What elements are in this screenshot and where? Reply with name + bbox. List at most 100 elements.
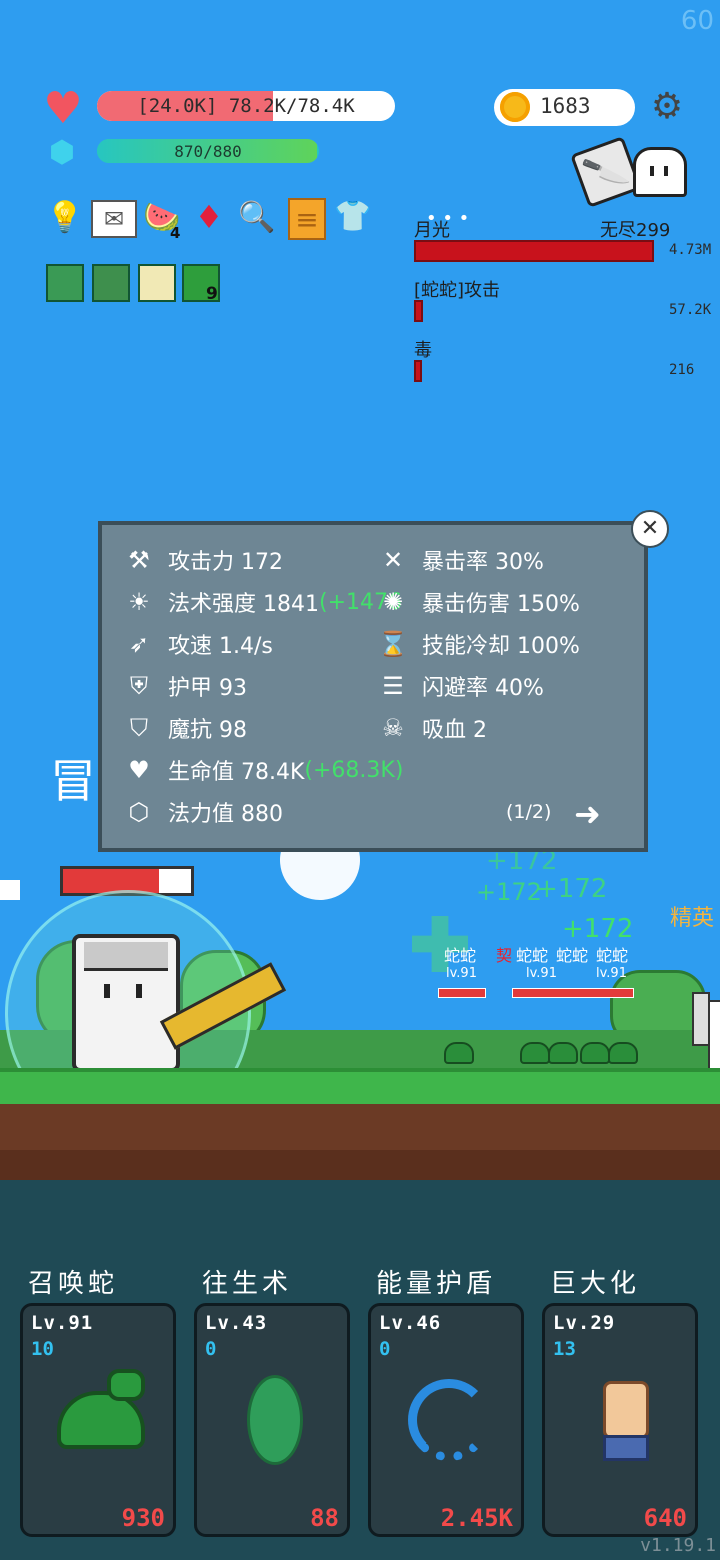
stat-mana: ⬡ 法力值 880: [122, 795, 283, 829]
watermelon-count: 4: [170, 224, 181, 242]
stat-attack-speed-text: 攻速 1.4/s: [168, 634, 273, 659]
stat-magic-resist: ⛉ 魔抗 98: [122, 711, 247, 745]
cloud-fragment: [0, 880, 20, 900]
skill-cost: 2.45K: [440, 1504, 513, 1532]
damage-mode-label: 无尽299: [600, 220, 671, 241]
mana-crystal-icon: ⬢: [48, 134, 76, 170]
heal-number: +172: [476, 878, 542, 906]
enemy-level: lv.91: [446, 966, 477, 981]
skill-level: Lv.91: [31, 1312, 94, 1334]
skill-count: 13: [553, 1338, 576, 1360]
ruby-icon[interactable]: ♦: [189, 198, 229, 236]
stat-hp-bonus: (+68.3K): [304, 757, 404, 783]
stat-lifesteal: ☠ 吸血 2: [376, 711, 487, 745]
snake-enemy: [548, 1042, 578, 1064]
buff-count: 9: [206, 284, 218, 304]
snake-enemy: [580, 1042, 610, 1064]
lightbulb-icon[interactable]: 💡: [46, 196, 83, 238]
stat-magic-resist-text: 魔抗 98: [168, 718, 247, 743]
stat-attack-speed: ➶ 攻速 1.4/s: [122, 627, 273, 661]
fist-icon: [573, 1370, 673, 1470]
sun-icon: ☀: [128, 588, 150, 616]
stat-armor-text: 护甲 93: [168, 676, 247, 701]
skill-cost: 640: [643, 1504, 687, 1532]
damage-bar-0: [414, 240, 654, 262]
partial-title: 冒: [50, 754, 96, 808]
stat-attack: ⚒ 攻击力 172: [122, 543, 283, 577]
skill-card-gigantify[interactable]: Lv.29 13 640: [542, 1303, 698, 1537]
damage-bar-2: [414, 360, 422, 382]
stat-lifesteal-text: 吸血 2: [422, 718, 487, 743]
mail-icon[interactable]: ✉: [91, 200, 137, 238]
skill-card-summon-snake[interactable]: Lv.91 10 930: [20, 1303, 176, 1537]
stat-cooldown-text: 技能冷却 100%: [422, 634, 580, 659]
stat-armor: ⛨ 护甲 93: [122, 669, 247, 703]
enemy-hp-bar: [512, 988, 634, 998]
stat-dodge-text: 闪避率 40%: [422, 676, 544, 701]
stat-hp: ♥ 生命值 78.4K (+68.3K): [122, 753, 403, 787]
mp-bar: 870/880: [97, 139, 319, 163]
skill-count: 10: [31, 1338, 54, 1360]
buff-tree-icon[interactable]: [92, 264, 130, 302]
enemy-name: 蛇蛇: [556, 946, 589, 965]
stat-attack-text: 攻击力 172: [168, 550, 283, 575]
scroll-icon[interactable]: ≡: [288, 198, 326, 240]
enemy-mark: 契: [496, 946, 513, 965]
enemy-name: 蛇蛇: [516, 946, 549, 965]
stat-crit-damage: ✺ 暴击伤害 150%: [376, 585, 580, 619]
damage-bar-1: [414, 300, 423, 322]
elite-label: 精英: [670, 906, 715, 931]
next-page-arrow-icon[interactable]: ➜: [574, 795, 601, 833]
skill-name: 巨大化: [550, 1269, 641, 1299]
mp-text: 870/880: [174, 141, 242, 161]
lines-icon: ☰: [382, 672, 404, 700]
stats-panel: ⚒ 攻击力 172 ☀ 法术强度 1841 (+1476 ➶ 攻速 1.4/s …: [98, 521, 648, 852]
stat-spell-power: ☀ 法术强度 1841 (+1476: [122, 585, 402, 619]
coin-icon: [500, 92, 530, 122]
burst-icon: ✺: [382, 588, 404, 616]
enemy-level: lv.91: [596, 966, 627, 981]
enemy-hp-bar: [438, 988, 486, 998]
leaf-icon: [225, 1370, 325, 1470]
shirt-icon[interactable]: 👕: [333, 196, 373, 236]
heal-number: +172: [562, 914, 634, 944]
hp-text: [24.0K] 78.2K/78.4K: [137, 95, 355, 117]
damage-row-0-value: 4.73M: [669, 242, 712, 258]
damage-row-1-value: 57.2K: [669, 302, 712, 318]
snake-icon: [51, 1369, 151, 1470]
hp-bar: [24.0K] 78.2K/78.4K: [97, 91, 395, 121]
ghost-icon[interactable]: [633, 147, 687, 197]
player-character: [72, 934, 180, 1072]
refresh-icon: [399, 1370, 499, 1470]
skill-level: Lv.46: [379, 1312, 442, 1334]
close-icon[interactable]: ✕: [631, 510, 669, 548]
stat-dodge: ☰ 闪避率 40%: [376, 669, 544, 703]
skill-name: 召唤蛇: [28, 1269, 119, 1299]
heal-number: +172: [536, 874, 608, 904]
hourglass-icon: ⌛: [378, 630, 408, 658]
skill-card-energy-shield[interactable]: Lv.46 0 2.45K: [368, 1303, 524, 1537]
snake-enemy: [444, 1042, 474, 1064]
cleaver-icon[interactable]: 🔪: [570, 136, 642, 208]
skill-name: 往生术: [202, 1269, 293, 1299]
snake-enemy: [608, 1042, 638, 1064]
buff-light-icon[interactable]: [46, 264, 84, 302]
magnifier-icon[interactable]: 🔍: [238, 198, 276, 236]
stat-crit-rate-text: 暴击率 30%: [422, 550, 544, 575]
skill-card-rebirth[interactable]: Lv.43 0 88: [194, 1303, 350, 1537]
damage-row-2-name: 毒: [414, 340, 432, 361]
axe-icon: ⚒: [128, 546, 150, 574]
version-label: v1.19.1: [640, 1535, 716, 1556]
stat-hp-text: 生命值 78.4K: [168, 760, 305, 785]
gold-amount: 1683: [540, 94, 591, 118]
gear-icon[interactable]: ⚙: [648, 88, 686, 126]
buff-check-icon[interactable]: [138, 264, 176, 302]
hexagon-icon: ⬡: [128, 798, 150, 826]
bow-icon: ➶: [128, 630, 150, 658]
snake-enemy: [520, 1042, 550, 1064]
dirt-ground-dark: [0, 1150, 720, 1180]
skill-cost: 930: [121, 1504, 165, 1532]
stat-crit-rate: ✕ 暴击率 30%: [376, 543, 544, 577]
magic-shield-icon: ⛉: [130, 714, 148, 742]
fps-counter: 60: [680, 6, 714, 36]
